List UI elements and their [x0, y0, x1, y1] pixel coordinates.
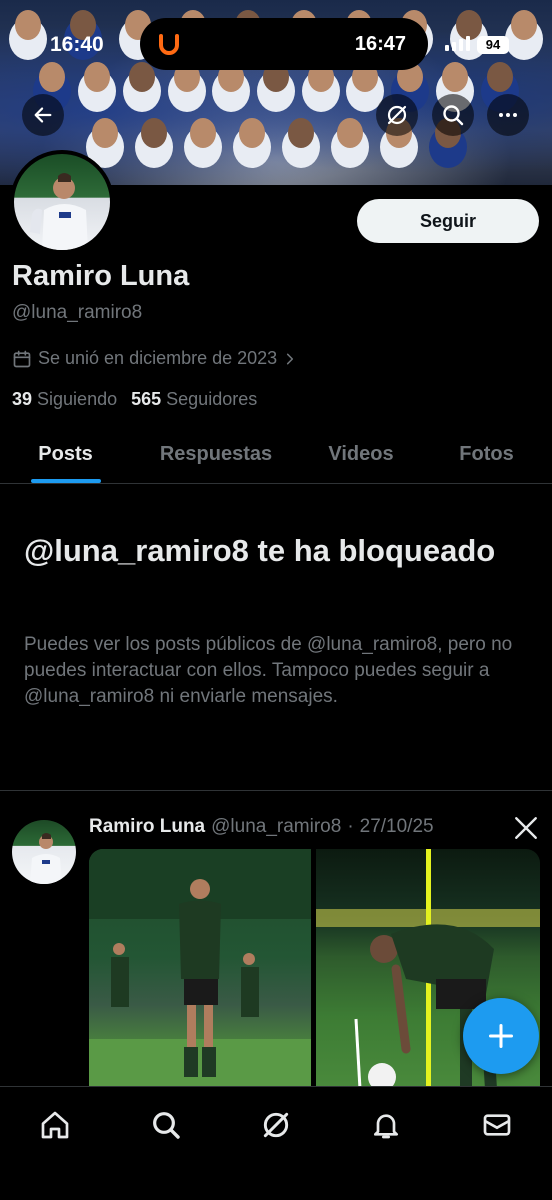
joined-date[interactable]: Se unió en diciembre de 2023 [12, 348, 297, 369]
search-icon [152, 1112, 180, 1139]
post-header: Ramiro Luna @luna_ramiro8 · 27/10/25 [89, 816, 434, 838]
post-author[interactable]: Ramiro Luna [89, 816, 205, 838]
active-tab-indicator [30, 479, 101, 483]
profile-tabs: Posts Respuestas Videos Fotos [0, 425, 552, 484]
battery-icon: 94 [477, 36, 509, 54]
search-icon [443, 105, 464, 126]
tab-fotos[interactable]: Fotos [421, 425, 552, 483]
tab-label: Posts [38, 442, 93, 465]
home-icon [41, 1111, 69, 1139]
profile-handle: @luna_ramiro8 [12, 302, 143, 323]
followers-link[interactable]: 565 Seguidores [131, 389, 257, 410]
grok-icon [387, 105, 407, 125]
status-bar: 16:40 16:47 94 [0, 0, 552, 90]
signal-icon [445, 36, 470, 51]
dynamic-island: 16:47 [140, 18, 428, 70]
messages-icon [483, 1114, 511, 1136]
tab-label: Videos [328, 442, 394, 465]
more-button[interactable] [487, 94, 529, 136]
section-divider [0, 790, 552, 791]
back-button[interactable] [22, 94, 64, 136]
calendar-icon [13, 350, 31, 367]
following-count: 39 [12, 389, 33, 409]
bottom-navigation [0, 1086, 552, 1200]
post-image-1[interactable] [89, 849, 311, 1089]
status-time-right: 16:47 [354, 32, 406, 55]
nav-messages[interactable] [477, 1105, 517, 1145]
compose-button[interactable] [463, 998, 539, 1074]
more-icon [499, 113, 517, 117]
post-handle[interactable]: @luna_ramiro8 [211, 816, 341, 838]
x-logo-icon[interactable] [513, 815, 539, 841]
following-link[interactable]: 39 Siguiendo [12, 389, 117, 410]
search-button[interactable] [432, 94, 474, 136]
tab-respuestas[interactable]: Respuestas [131, 425, 301, 483]
grok-button[interactable] [376, 94, 418, 136]
following-label: Siguiendo [37, 389, 118, 409]
tab-posts[interactable]: Posts [0, 425, 131, 483]
followers-label: Seguidores [166, 389, 258, 409]
joined-text: Se unió en diciembre de 2023 [38, 348, 278, 368]
follow-button[interactable]: Seguir [357, 199, 539, 243]
tab-label: Fotos [459, 442, 514, 465]
grok-icon [263, 1112, 289, 1138]
post-date[interactable]: 27/10/25 [360, 816, 434, 838]
nav-notifications[interactable] [366, 1105, 406, 1145]
followers-count: 565 [131, 389, 162, 409]
ride-app-icon [159, 34, 179, 55]
status-time-left: 16:40 [50, 33, 104, 56]
plus-icon [488, 1023, 514, 1049]
profile-name: Ramiro Luna [12, 260, 190, 292]
nav-grok[interactable] [256, 1105, 296, 1145]
arrow-left-icon [34, 107, 52, 123]
profile-avatar[interactable] [10, 150, 114, 254]
post-image-1-graphic [89, 849, 311, 1089]
post-avatar[interactable] [12, 820, 76, 884]
avatar-image [30, 173, 88, 250]
post-avatar-image [30, 833, 62, 884]
nav-home[interactable] [35, 1105, 75, 1145]
tab-label: Respuestas [159, 442, 273, 465]
nav-search[interactable] [146, 1105, 186, 1145]
blocked-description: Puedes ver los posts públicos de @luna_r… [24, 634, 513, 707]
follow-counts: 39 Siguiendo 565 Seguidores [12, 389, 257, 410]
blocked-title: @luna_ramiro8 te ha bloqueado [24, 533, 496, 568]
tab-videos[interactable]: Videos [301, 425, 421, 483]
chevron-right-icon [287, 353, 294, 364]
notifications-icon [374, 1114, 399, 1139]
post-separator: · [347, 816, 354, 837]
